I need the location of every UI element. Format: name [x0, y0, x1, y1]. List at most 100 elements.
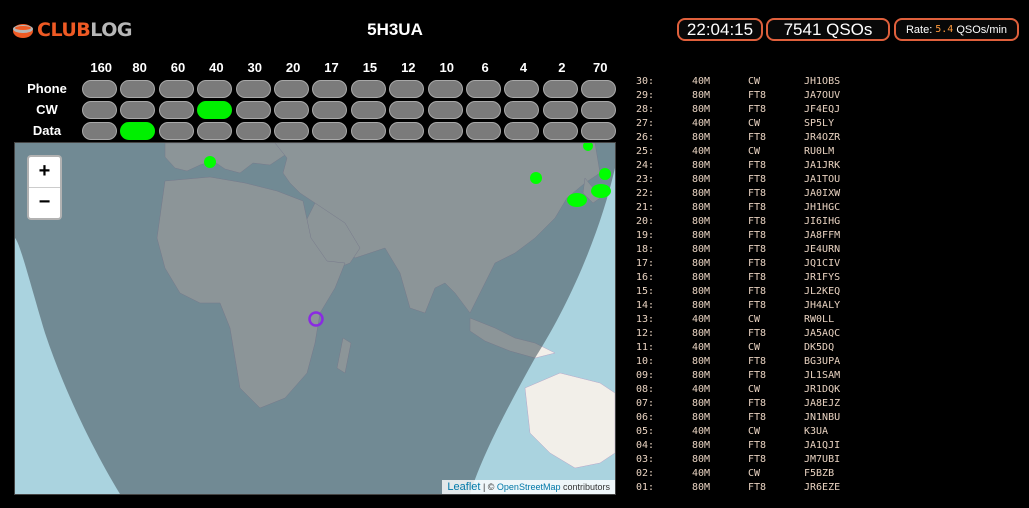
band-cell-data-30[interactable] — [235, 122, 271, 140]
band-cell-phone-4[interactable] — [504, 80, 540, 98]
band-cell-phone-60[interactable] — [158, 80, 194, 98]
log-num: 17: — [636, 258, 655, 269]
leaflet-link[interactable]: Leaflet — [447, 481, 480, 493]
log-band: 80M — [692, 412, 711, 423]
rate-unit: QSOs/min — [956, 23, 1008, 36]
band-cell-cw-30[interactable] — [235, 101, 271, 119]
band-cell-phone-15[interactable] — [350, 80, 386, 98]
band-cell-data-60[interactable] — [158, 122, 194, 140]
band-cell-phone-10[interactable] — [427, 80, 463, 98]
band-cell-data-4[interactable] — [504, 122, 540, 140]
log-num: 28: — [636, 104, 655, 115]
callsign-title: 5H3UA — [367, 20, 423, 39]
band-cell-phone-70[interactable] — [581, 80, 617, 98]
band-cell-phone-12[interactable] — [389, 80, 425, 98]
log-num: 02: — [636, 468, 655, 479]
log-mode: FT8 — [748, 398, 767, 409]
log-call: RU0LM — [804, 146, 835, 157]
log-call: K3UA — [804, 426, 829, 437]
band-cell-data-10[interactable] — [427, 122, 463, 140]
band-cell-data-40[interactable] — [197, 122, 233, 140]
log-call: F5BZB — [804, 468, 835, 479]
zoom-out-button[interactable]: − — [29, 188, 60, 218]
mode-label-cw: CW — [36, 102, 58, 117]
qso-map[interactable]: + − Leaflet | © OpenStreetMap contributo… — [14, 142, 616, 495]
log-call: RW0LL — [804, 314, 835, 325]
log-band: 80M — [692, 230, 711, 241]
band-cell-phone-160[interactable] — [82, 80, 117, 98]
rate-label: Rate: — [905, 23, 933, 36]
log-row: 09: 80M FT8 JL1SAM — [636, 369, 884, 383]
log-band: 80M — [692, 272, 711, 283]
log-mode: CW — [748, 76, 761, 87]
log-band: 40M — [692, 146, 711, 157]
band-cell-cw-4[interactable] — [504, 101, 540, 119]
band-cell-data-70[interactable] — [581, 122, 617, 140]
band-label: 60 — [170, 60, 186, 75]
band-cell-phone-2[interactable] — [542, 80, 578, 98]
log-num: 30: — [636, 76, 655, 87]
log-band: 80M — [692, 188, 711, 199]
band-cell-cw-2[interactable] — [542, 101, 578, 119]
osm-link[interactable]: OpenStreetMap — [497, 482, 561, 492]
log-num: 09: — [636, 370, 655, 381]
clublog-logo[interactable]: CLUBLOG — [12, 17, 132, 43]
zoom-in-button[interactable]: + — [29, 157, 60, 188]
log-mode: FT8 — [748, 160, 767, 171]
band-cell-data-80[interactable] — [120, 122, 156, 140]
band-cell-data-15[interactable] — [350, 122, 386, 140]
band-cell-phone-17[interactable] — [312, 80, 348, 98]
log-call: DK5DQ — [804, 342, 835, 353]
band-cell-data-2[interactable] — [542, 122, 578, 140]
log-row: 13: 40M CW RW0LL — [636, 313, 884, 327]
band-cell-phone-30[interactable] — [235, 80, 271, 98]
band-cell-cw-15[interactable] — [350, 101, 386, 119]
band-label: 30 — [247, 60, 262, 75]
log-band: 80M — [692, 454, 711, 465]
band-cell-data-12[interactable] — [389, 122, 425, 140]
band-cell-cw-20[interactable] — [273, 101, 309, 119]
band-cell-cw-40[interactable] — [197, 101, 233, 119]
log-mode: FT8 — [748, 356, 767, 367]
log-row: 12: 80M FT8 JA5AQC — [636, 327, 884, 341]
log-num: 14: — [636, 300, 655, 311]
log-row: 26: 80M FT8 JR4OZR — [636, 131, 884, 145]
log-mode: FT8 — [748, 300, 767, 311]
band-cell-cw-60[interactable] — [158, 101, 194, 119]
log-row: 30: 40M CW JH1OBS — [636, 75, 884, 89]
band-cell-cw-10[interactable] — [427, 101, 463, 119]
band-cell-cw-12[interactable] — [389, 101, 425, 119]
band-cell-cw-160[interactable] — [82, 101, 117, 119]
band-row-phone — [82, 80, 619, 98]
band-cell-cw-17[interactable] — [312, 101, 348, 119]
band-cell-phone-6[interactable] — [465, 80, 501, 98]
log-num: 25: — [636, 146, 655, 157]
band-cell-phone-80[interactable] — [120, 80, 156, 98]
log-mode: FT8 — [748, 272, 767, 283]
log-call: JF4EQJ — [804, 104, 841, 115]
log-mode: FT8 — [748, 244, 767, 255]
log-band: 40M — [692, 384, 711, 395]
log-call: JA0IXW — [804, 188, 841, 199]
band-cell-data-17[interactable] — [312, 122, 348, 140]
band-cell-cw-80[interactable] — [120, 101, 156, 119]
qso-spot — [530, 172, 542, 184]
log-call: BG3UPA — [804, 356, 841, 367]
band-cell-data-6[interactable] — [465, 122, 501, 140]
band-cell-phone-20[interactable] — [273, 80, 309, 98]
log-call: JR1FYS — [804, 272, 841, 283]
log-band: 40M — [692, 468, 711, 479]
band-cell-data-20[interactable] — [273, 122, 309, 140]
mode-label-data: Data — [32, 123, 62, 138]
band-cell-phone-40[interactable] — [197, 80, 233, 98]
band-cell-cw-6[interactable] — [465, 101, 501, 119]
band-cell-data-160[interactable] — [82, 122, 117, 140]
log-call: JA1JRK — [804, 160, 841, 171]
log-mode: CW — [748, 342, 761, 353]
band-cell-cw-70[interactable] — [581, 101, 617, 119]
log-band: 80M — [692, 328, 711, 339]
log-mode: FT8 — [748, 482, 767, 493]
log-num: 07: — [636, 398, 655, 409]
band-label: 12 — [401, 60, 416, 75]
log-row: 21: 80M FT8 JH1HGC — [636, 201, 884, 215]
